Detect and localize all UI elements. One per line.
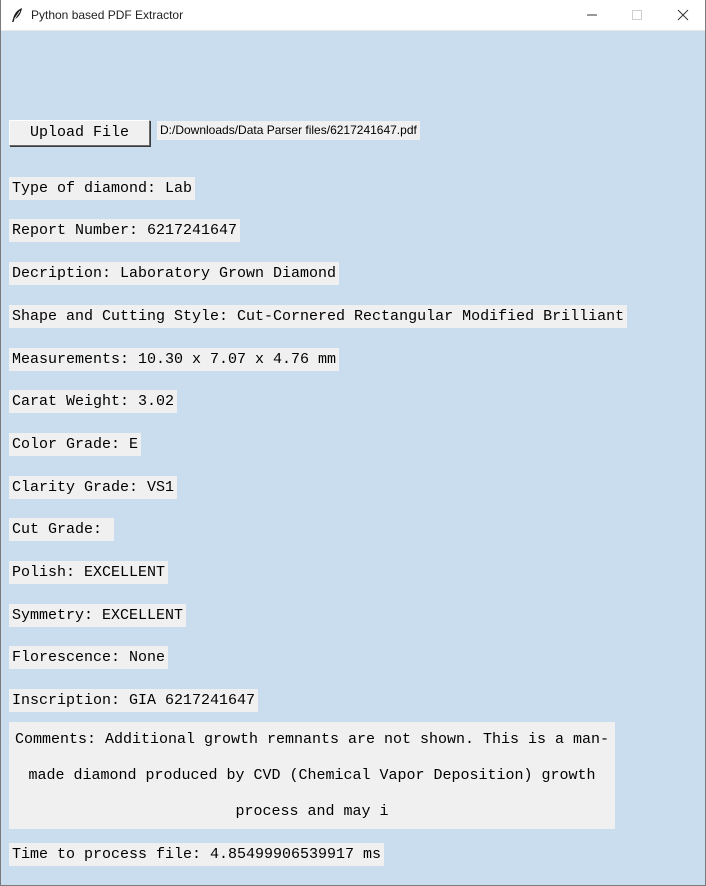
feather-icon [10, 7, 24, 23]
upload-file-button[interactable]: Upload File [9, 120, 150, 146]
type-of-diamond-label: Type of diamond: Lab [9, 177, 196, 200]
maximize-button[interactable] [614, 0, 660, 30]
maximize-icon [632, 10, 642, 20]
description-label: Decription: Laboratory Grown Diamond [9, 262, 340, 285]
file-path-label: D:/Downloads/Data Parser files/621724164… [157, 121, 420, 140]
process-time-label: Time to process file: 4.85499906539917 m… [9, 843, 385, 866]
report-number-label: Report Number: 6217241647 [9, 219, 241, 242]
measurements-label: Measurements: 10.30 x 7.07 x 4.76 mm [9, 348, 340, 371]
symmetry-label: Symmetry: EXCELLENT [9, 604, 187, 627]
carat-weight-label: Carat Weight: 3.02 [9, 390, 178, 413]
color-grade-label: Color Grade: E [9, 433, 142, 456]
florescence-label: Florescence: None [9, 646, 169, 669]
polish-label: Polish: EXCELLENT [9, 561, 169, 584]
inscription-label: Inscription: GIA 6217241647 [9, 689, 259, 712]
app-window: Python based PDF Extractor Upload File D… [0, 0, 706, 886]
close-button[interactable] [660, 0, 705, 30]
title-bar[interactable]: Python based PDF Extractor [1, 0, 705, 31]
window-title: Python based PDF Extractor [31, 8, 184, 22]
clarity-grade-label: Clarity Grade: VS1 [9, 476, 178, 499]
cut-grade-label: Cut Grade: [9, 518, 115, 541]
minimize-button[interactable] [569, 0, 615, 30]
shape-cutting-style-label: Shape and Cutting Style: Cut-Cornered Re… [9, 305, 628, 328]
close-icon [677, 9, 689, 21]
comments-label: Comments: Additional growth remnants are… [9, 722, 615, 829]
minimize-icon [587, 14, 597, 16]
